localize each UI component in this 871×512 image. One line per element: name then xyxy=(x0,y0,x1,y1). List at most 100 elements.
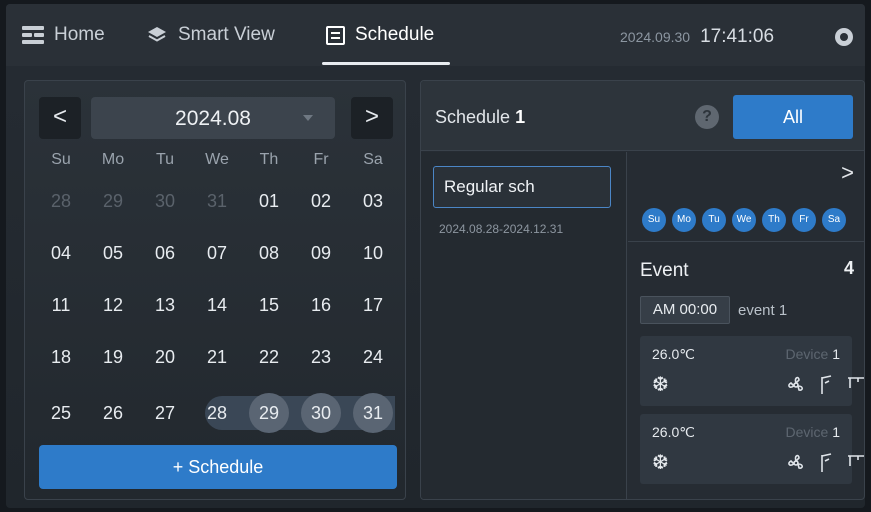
help-icon[interactable]: ? xyxy=(695,105,719,129)
calendar-day[interactable]: 28 xyxy=(191,393,243,433)
snowflake-icon: ❆ xyxy=(652,452,669,474)
month-dropdown[interactable]: 2024.08 xyxy=(91,97,335,139)
calendar-day[interactable]: 12 xyxy=(87,285,139,325)
calendar-day[interactable]: 19 xyxy=(87,337,139,377)
settings-gear-icon[interactable] xyxy=(835,28,853,46)
vane-icon xyxy=(846,452,864,474)
chevron-down-icon xyxy=(303,115,313,121)
calendar-day[interactable]: 17 xyxy=(347,285,399,325)
tab-home[interactable]: Home xyxy=(22,21,105,49)
schedule-date-range: 2024.08.28-2024.12.31 xyxy=(439,222,564,236)
calendar-day[interactable]: 29 xyxy=(87,181,139,221)
day-number: 31 xyxy=(362,403,384,423)
add-schedule-button[interactable]: + Schedule xyxy=(39,445,397,489)
schedule-detail: > Su Mo Tu We Th Fr Sa Event 4 AM 00:00 … xyxy=(628,152,864,499)
datetime: 2024.09.30 17:41:06 xyxy=(620,26,774,48)
calendar-day[interactable]: 27 xyxy=(139,393,191,433)
current-time: 17:41:06 xyxy=(700,26,775,47)
calendar-day[interactable]: 26 xyxy=(87,393,139,433)
weekday-su: Su xyxy=(51,151,71,168)
calendar-day[interactable]: 03 xyxy=(347,181,399,221)
weekday-th: Th xyxy=(259,151,279,168)
calendar-day[interactable]: 20 xyxy=(139,337,191,377)
calendar-day[interactable]: 01 xyxy=(243,181,295,221)
schedule-item[interactable]: Regular sch xyxy=(433,166,611,208)
calendar-day[interactable]: 23 xyxy=(295,337,347,377)
event-count: 4 xyxy=(843,258,854,278)
event-heading: Event xyxy=(640,260,689,281)
device-card[interactable]: 26.0℃ Device 1 ❆ xyxy=(640,414,864,484)
prev-month-button[interactable]: < xyxy=(39,97,81,139)
weekday-sa: Sa xyxy=(363,151,383,168)
schedule-count: 1 xyxy=(515,107,526,127)
top-nav: Home Smart View Schedule 2024.09.30 17:4… xyxy=(6,4,865,66)
calendar-day[interactable]: 11 xyxy=(35,285,87,325)
device-label-text: Device xyxy=(785,424,829,440)
calendar-day[interactable]: 31 xyxy=(191,181,243,221)
fan-icon xyxy=(784,374,808,396)
repeat-days: > Su Mo Tu We Th Fr Sa xyxy=(628,152,864,242)
calendar-day[interactable]: 28 xyxy=(35,181,87,221)
device-label: Device 1 xyxy=(786,346,840,362)
calendar-day[interactable]: 14 xyxy=(191,285,243,325)
chevron-right-icon[interactable]: > xyxy=(841,160,854,186)
schedule-title-text: Schedule xyxy=(435,107,511,127)
calendar-day[interactable]: 13 xyxy=(139,285,191,325)
weekday-mo: Mo xyxy=(101,151,125,168)
tab-smart-view-label: Smart View xyxy=(178,24,275,45)
calendar-day[interactable]: 25 xyxy=(35,393,87,433)
calendar-day[interactable]: 30 xyxy=(139,181,191,221)
app-screen: Home Smart View Schedule 2024.09.30 17:4… xyxy=(6,4,865,508)
schedule-icon xyxy=(326,25,345,45)
tab-home-label: Home xyxy=(54,24,105,45)
calendar-day-selected[interactable]: 30 xyxy=(295,393,347,433)
day-chip-fr: Fr xyxy=(792,208,816,232)
calendar-day[interactable]: 06 xyxy=(139,233,191,273)
calendar-day[interactable]: 16 xyxy=(295,285,347,325)
tab-schedule-label: Schedule xyxy=(355,24,435,45)
calendar-day[interactable]: 24 xyxy=(347,337,399,377)
calendar-day[interactable]: 09 xyxy=(295,233,347,273)
all-button[interactable]: All xyxy=(733,95,853,139)
weekday-we: We xyxy=(205,151,229,168)
calendar-day[interactable]: 07 xyxy=(191,233,243,273)
day-chip-th: Th xyxy=(762,208,786,232)
day-chip-tu: Tu xyxy=(702,208,726,232)
next-month-button[interactable]: > xyxy=(351,97,393,139)
schedule-header: Schedule 1 ? All xyxy=(421,81,864,151)
event-time[interactable]: AM 00:00 xyxy=(640,296,730,324)
calendar-day[interactable]: 18 xyxy=(35,337,87,377)
calendar-day[interactable]: 15 xyxy=(243,285,295,325)
calendar-day[interactable]: 10 xyxy=(347,233,399,273)
weekday-fr: Fr xyxy=(313,151,329,168)
active-tab-indicator xyxy=(322,62,450,65)
day-chip-su: Su xyxy=(642,208,666,232)
day-number: 30 xyxy=(310,403,332,423)
louver-icon xyxy=(816,374,840,396)
calendar-panel: < 2024.08 > Su Mo Tu We Th Fr Sa 28 29 3… xyxy=(24,80,406,500)
device-number: 1 xyxy=(832,424,840,440)
calendar-day[interactable]: 02 xyxy=(295,181,347,221)
snowflake-icon: ❆ xyxy=(652,374,669,396)
home-icon xyxy=(22,26,44,44)
calendar-day[interactable]: 21 xyxy=(191,337,243,377)
calendar-day[interactable]: 04 xyxy=(35,233,87,273)
calendar-day-selected[interactable]: 29 xyxy=(243,393,295,433)
month-label: 2024.08 xyxy=(175,107,251,130)
day-chip-mo: Mo xyxy=(672,208,696,232)
tab-schedule[interactable]: Schedule xyxy=(326,21,434,49)
event-name: event 1 xyxy=(738,302,788,319)
schedule-list: Regular sch 2024.08.28-2024.12.31 xyxy=(421,152,627,499)
schedule-title: Schedule 1 xyxy=(435,107,525,128)
device-temperature: 26.0℃ xyxy=(652,424,695,440)
schedule-panel: Schedule 1 ? All Regular sch 2024.08.28-… xyxy=(420,80,865,500)
smart-view-icon xyxy=(146,26,168,44)
tab-smart-view[interactable]: Smart View xyxy=(146,21,275,49)
device-card[interactable]: 26.0℃ Device 1 ❆ xyxy=(640,336,864,406)
calendar-day-selected[interactable]: 31 xyxy=(347,393,399,433)
calendar-day[interactable]: 05 xyxy=(87,233,139,273)
vane-icon xyxy=(846,374,864,396)
calendar-day[interactable]: 22 xyxy=(243,337,295,377)
calendar-day[interactable]: 08 xyxy=(243,233,295,273)
fan-icon xyxy=(784,452,808,474)
